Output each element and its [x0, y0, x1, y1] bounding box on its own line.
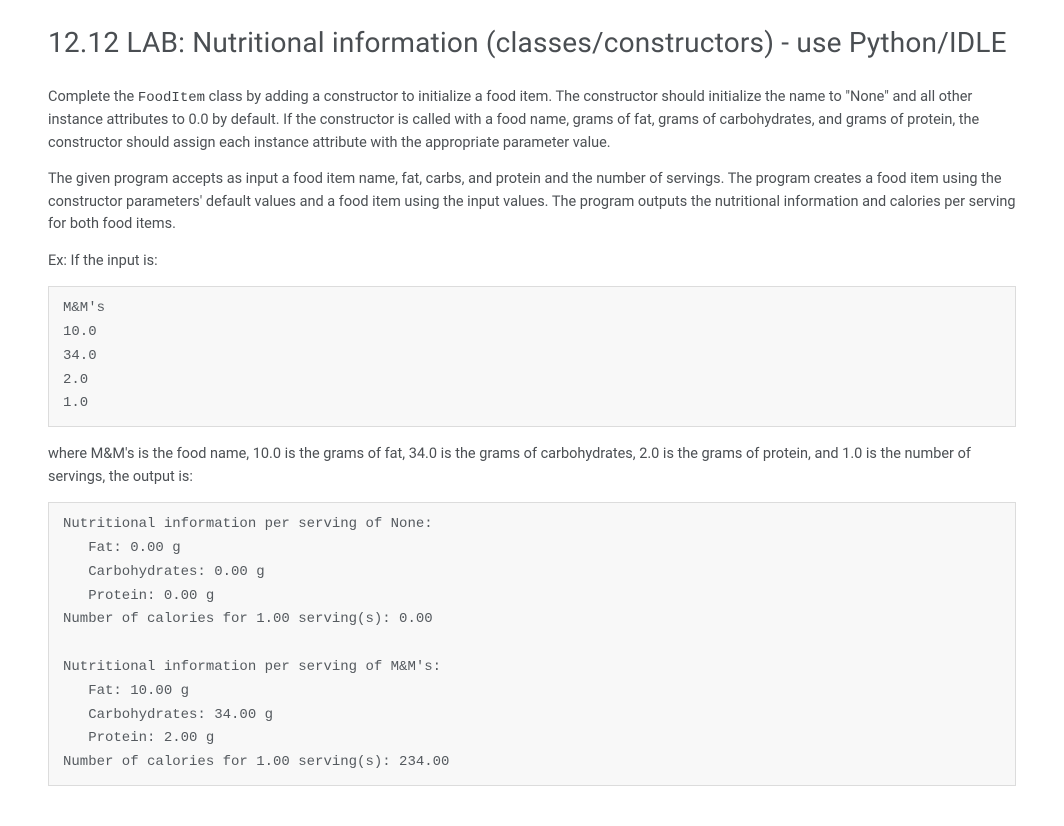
- output-code-block: Nutritional information per serving of N…: [48, 502, 1016, 786]
- input-code-block: M&M's 10.0 34.0 2.0 1.0: [48, 286, 1016, 427]
- paragraph-example-label: Ex: If the input is:: [48, 250, 1016, 272]
- paragraph-description: The given program accepts as input a foo…: [48, 168, 1016, 235]
- paragraph-intro: Complete the FoodItem class by adding a …: [48, 86, 1016, 155]
- intro-text-pre: Complete the: [48, 88, 138, 105]
- page-title: 12.12 LAB: Nutritional information (clas…: [48, 24, 1016, 62]
- paragraph-where-explanation: where M&M's is the food name, 10.0 is th…: [48, 443, 1016, 488]
- inline-code-fooditem: FoodItem: [138, 90, 205, 106]
